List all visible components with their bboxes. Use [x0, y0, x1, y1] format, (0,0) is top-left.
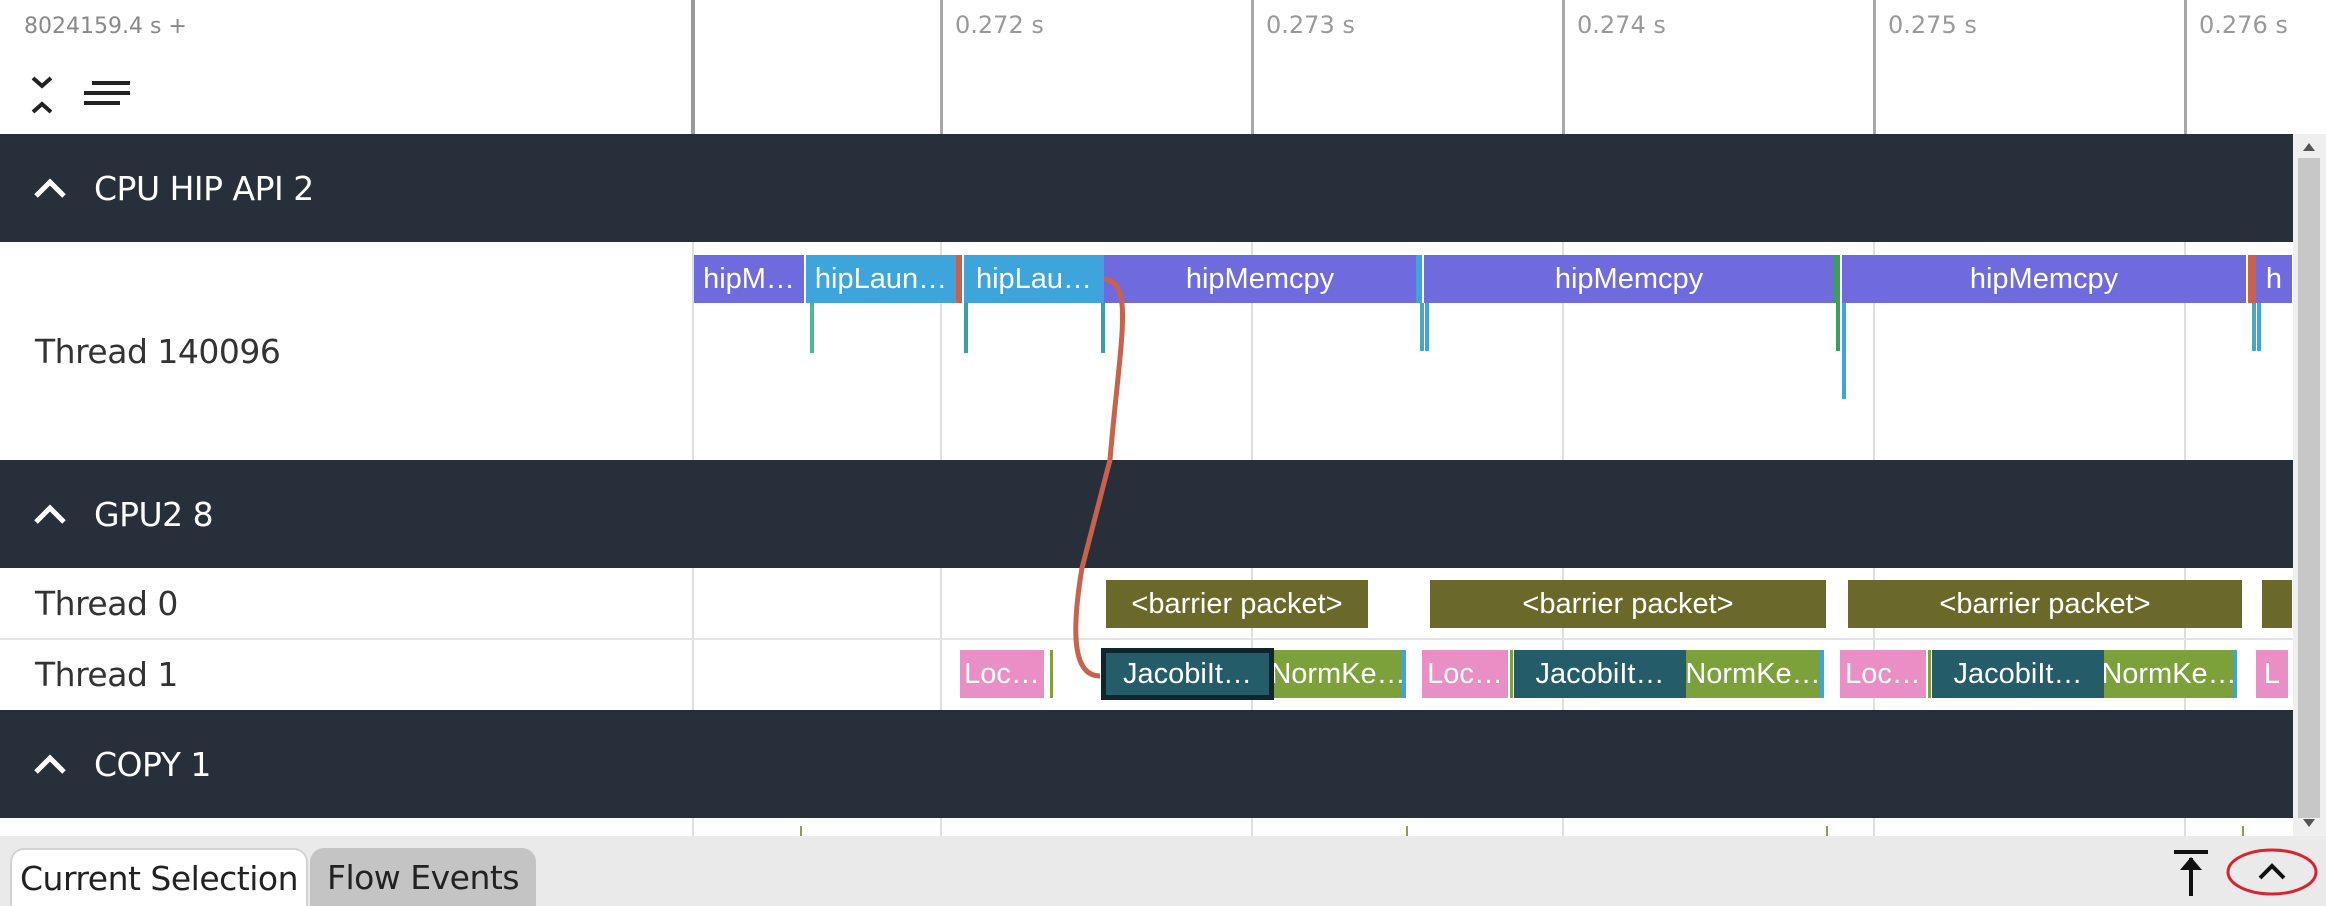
- copy-slice-marker[interactable]: [1406, 826, 1408, 836]
- scroll-up-arrow-glyph: [2303, 143, 2315, 151]
- trace-slice-marker[interactable]: [2234, 650, 2237, 698]
- trace-slice[interactable]: hipMemcpy: [1842, 255, 2246, 303]
- nested-slice[interactable]: [964, 303, 968, 353]
- expand-collapse-icon[interactable]: [22, 72, 62, 118]
- trace-slice[interactable]: NormKe…: [2104, 650, 2234, 698]
- nested-slice[interactable]: [2257, 303, 2261, 351]
- track-label: Thread 0: [35, 583, 178, 623]
- chevron-up-icon[interactable]: [30, 710, 70, 818]
- nested-slice[interactable]: [1836, 303, 1840, 351]
- trace-slice-marker[interactable]: [956, 255, 962, 303]
- trace-slice[interactable]: hipLaun…: [806, 255, 956, 303]
- trace-slice[interactable]: JacobiIt…: [1514, 650, 1686, 698]
- chevron-up-icon[interactable]: [30, 460, 70, 568]
- scroll-down-arrow-glyph: [2303, 819, 2315, 827]
- timeline-header: [0, 0, 2326, 134]
- trace-slice[interactable]: <barrier packet>: [1848, 580, 2242, 628]
- lines-icon[interactable]: [78, 72, 134, 118]
- ruler-tick-label: 0.274 s: [1577, 11, 1666, 39]
- trace-slice[interactable]: NormKe…: [1274, 650, 1402, 698]
- nested-slice[interactable]: [810, 303, 814, 353]
- trace-slice[interactable]: Loc…: [1840, 650, 1926, 698]
- ruler-tick-label: 0.275 s: [1888, 11, 1977, 39]
- trace-slice[interactable]: hipMemcpy: [1104, 255, 1416, 303]
- nested-slice[interactable]: [1101, 303, 1105, 353]
- arrow-up-to-top-icon[interactable]: [2168, 846, 2214, 900]
- trace-slice-marker[interactable]: [1416, 255, 1422, 303]
- trace-slice-marker[interactable]: [1928, 650, 1931, 698]
- nested-slice[interactable]: [1842, 303, 1846, 399]
- chevron-up-icon: [2226, 848, 2318, 896]
- track-group-title: COPY 1: [94, 744, 211, 784]
- ruler-tick: [940, 0, 943, 134]
- track-label: Thread 1: [35, 654, 178, 694]
- track-group-title: CPU HIP API 2: [94, 168, 314, 208]
- nested-slice[interactable]: [1420, 303, 1424, 351]
- nested-slice[interactable]: [1425, 303, 1429, 351]
- scroll-down-arrow-icon[interactable]: [2298, 814, 2320, 832]
- track-group-title: GPU2 8: [94, 494, 214, 534]
- scroll-up-arrow-icon[interactable]: [2298, 138, 2320, 156]
- ruler-tick: [1562, 0, 1565, 134]
- arrow-up-to-top-glyph: [2174, 850, 2208, 896]
- trace-slice[interactable]: Loc…: [1422, 650, 1508, 698]
- time-origin-label: 8024159.4 s +: [24, 14, 187, 39]
- trace-slice-marker[interactable]: [1510, 650, 1513, 698]
- track-label: Thread 140096: [35, 331, 281, 371]
- expand-collapse-icon-glyph: [31, 76, 53, 114]
- copy-slice-marker[interactable]: [800, 826, 802, 836]
- chevron-up-icon[interactable]: [30, 134, 70, 242]
- ruler-tick: [1873, 0, 1876, 134]
- trace-slice[interactable]: NormKe…: [1686, 650, 1820, 698]
- trace-slice-marker[interactable]: [1402, 650, 1406, 698]
- tab-current-selection[interactable]: Current Selection: [10, 848, 308, 906]
- trace-slice[interactable]: h: [2256, 255, 2292, 303]
- trace-slice[interactable]: hipMemcpy: [1424, 255, 1834, 303]
- nested-slice[interactable]: [2252, 303, 2256, 351]
- trace-slice[interactable]: <barrier packet>: [1106, 580, 1368, 628]
- copy-slice-marker[interactable]: [2242, 826, 2244, 836]
- chevron-up-icon-glyph: [34, 178, 66, 198]
- trace-slice[interactable]: [2262, 580, 2292, 628]
- trace-slice[interactable]: hipLau…: [964, 255, 1104, 303]
- chevron-up-icon-glyph: [34, 754, 66, 774]
- ruler-tick: [1251, 0, 1254, 134]
- track-group-header[interactable]: GPU2 8: [0, 460, 2293, 568]
- ruler-tick-label: 0.276 s: [2199, 11, 2288, 39]
- trace-slice[interactable]: Loc…: [960, 650, 1044, 698]
- lines-icon-glyph: [84, 81, 130, 105]
- track-separator: [0, 638, 2293, 640]
- track-group-header[interactable]: CPU HIP API 2: [0, 134, 2293, 242]
- trace-slice-marker[interactable]: [1820, 650, 1824, 698]
- trace-slice-selected[interactable]: JacobiIt…: [1101, 648, 1274, 700]
- ruler-tick: [2184, 0, 2187, 134]
- copy-slice-marker[interactable]: [1826, 826, 1828, 836]
- label-column-divider[interactable]: [691, 0, 695, 134]
- trace-slice[interactable]: JacobiIt…: [1932, 650, 2104, 698]
- collapse-panel-button[interactable]: [2224, 846, 2320, 898]
- trace-slice-marker[interactable]: [1834, 255, 1840, 303]
- trace-slice[interactable]: L: [2256, 650, 2288, 698]
- trace-slice-marker[interactable]: [1050, 650, 1053, 698]
- ruler-tick-label: 0.273 s: [1266, 11, 1355, 39]
- ruler-tick-label: 0.272 s: [955, 11, 1044, 39]
- chevron-up-icon-glyph: [34, 504, 66, 524]
- trace-slice[interactable]: <barrier packet>: [1430, 580, 1826, 628]
- scrollbar-thumb[interactable]: [2298, 158, 2320, 818]
- tab-flow-events[interactable]: Flow Events: [310, 848, 536, 906]
- track-group-header[interactable]: COPY 1: [0, 710, 2293, 818]
- trace-slice[interactable]: hipM…: [694, 255, 804, 303]
- trace-slice-marker[interactable]: [2248, 255, 2256, 303]
